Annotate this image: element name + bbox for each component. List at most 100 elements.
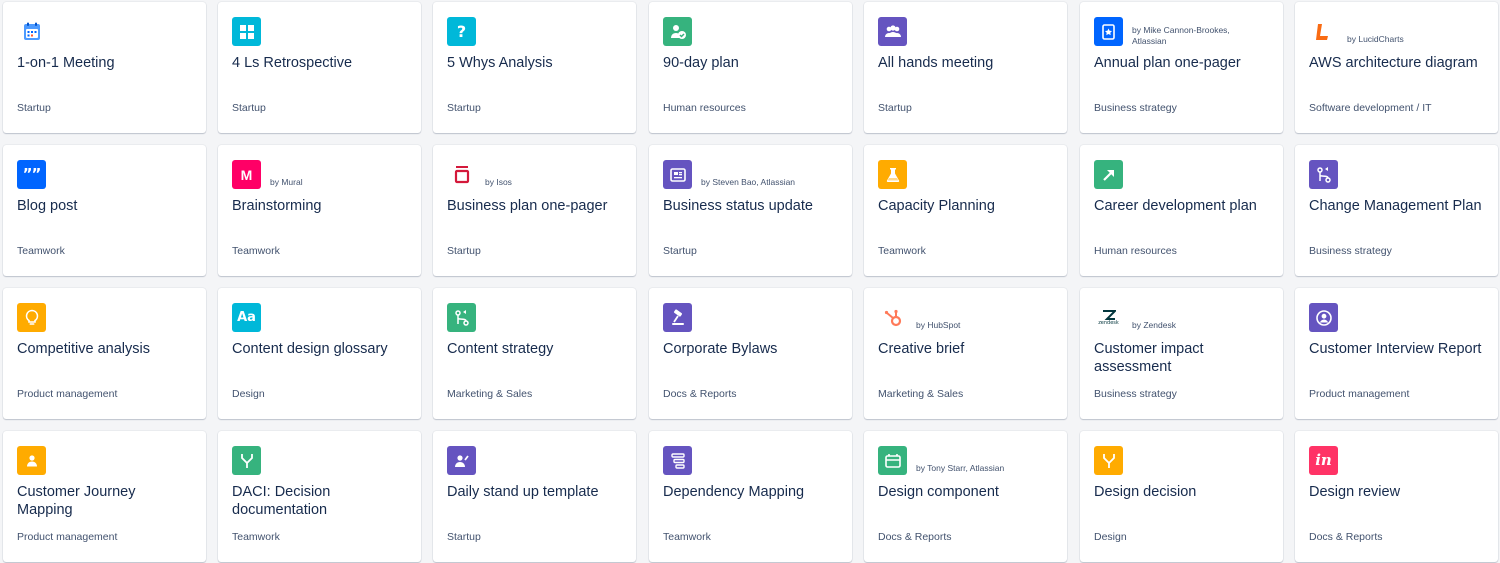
template-category: Teamwork [878,245,926,257]
mural-logo-icon: M [232,160,261,189]
template-grid: 1-on-1 Meeting Startup 4 Ls Retrospective S… [0,0,1500,563]
question-icon: ? [447,17,476,46]
template-category: Business strategy [1094,388,1177,400]
template-title: Daily stand up template [447,484,599,500]
template-card[interactable]: All hands meeting Startup [864,2,1067,133]
template-card[interactable]: Customer Journey Mapping Product manageme… [3,431,206,562]
isos-logo-icon [447,160,476,189]
template-title: Customer impact assessment [1094,341,1204,375]
template-title: Content design glossary [232,341,388,357]
template-category: Teamwork [232,531,280,543]
template-card[interactable]: Competitive analysis Product management [3,288,206,419]
template-author: by LucidCharts [1347,34,1404,44]
template-card[interactable]: Corporate Bylaws Docs & Reports [649,288,852,419]
template-title: Design component [878,484,999,500]
template-title: Business plan one-pager [447,198,608,214]
template-card[interactable]: by Mike Cannon-Brookes, Atlassian Annual … [1080,2,1283,133]
fork-icon [1094,446,1123,475]
template-category: Teamwork [232,245,280,257]
template-author: by Mural [270,177,303,187]
template-category: Startup [447,102,481,114]
grid-icon [232,17,261,46]
template-card[interactable]: ? 5 Whys Analysis Startup [433,2,636,133]
arrow-up-right-icon [1094,160,1123,189]
template-author: by Tony Starr, Atlassian [916,463,1005,473]
template-author: by Isos [485,177,512,187]
template-card[interactable]: Customer Interview Report Product managem… [1295,288,1498,419]
template-card[interactable]: 1-on-1 Meeting Startup [3,2,206,133]
branch-icon [447,303,476,332]
template-card[interactable]: Design decision Design [1080,431,1283,562]
template-title: AWS architecture diagram [1309,55,1478,71]
template-card[interactable]: Aa Content design glossary Design [218,288,421,419]
zendesk-logo-icon: zendesk [1094,303,1123,332]
template-category: Docs & Reports [878,531,952,543]
quote-icon: ”” [17,160,46,189]
template-card[interactable]: by Steven Bao, Atlassian Business status … [649,145,852,276]
template-card[interactable]: ”” Blog post Teamwork [3,145,206,276]
template-category: Startup [17,102,51,114]
template-card[interactable]: by HubSpot Creative brief Marketing & Sale… [864,288,1067,419]
template-card[interactable]: in Design review Docs & Reports [1295,431,1498,562]
person-icon [17,446,46,475]
template-card[interactable]: by LucidCharts AWS architecture diagram So… [1295,2,1498,133]
template-title: Career development plan [1094,198,1257,214]
template-card[interactable]: 4 Ls Retrospective Startup [218,2,421,133]
fork-icon [232,446,261,475]
template-category: Human resources [663,102,746,114]
template-title: Capacity Planning [878,198,995,214]
template-title: Blog post [17,198,78,214]
template-category: Teamwork [17,245,65,257]
gavel-icon [663,303,692,332]
template-title: Annual plan one-pager [1094,55,1241,71]
template-card[interactable]: 90-day plan Human resources [649,2,852,133]
hubspot-logo-icon [878,303,907,332]
template-card[interactable]: zendesk by Zendesk Customer impact assessm… [1080,288,1283,419]
template-category: Teamwork [663,531,711,543]
template-card[interactable]: by Tony Starr, Atlassian Design component… [864,431,1067,562]
lightbulb-icon [17,303,46,332]
template-card[interactable]: Dependency Mapping Teamwork [649,431,852,562]
template-card[interactable]: Career development plan Human resources [1080,145,1283,276]
template-author: by Zendesk [1132,320,1176,330]
template-card[interactable]: Daily stand up template Startup [433,431,636,562]
template-title: 5 Whys Analysis [447,55,553,71]
template-title: Design decision [1094,484,1197,500]
template-category: Startup [878,102,912,114]
invision-logo-icon: in [1309,446,1338,475]
branch-icon [1309,160,1338,189]
template-category: Startup [232,102,266,114]
template-card[interactable]: Mby Mural Brainstorming Teamwork [218,145,421,276]
template-title: Business status update [663,198,813,214]
font-aa-icon: Aa [232,303,261,332]
template-category: Software development / IT [1309,102,1432,114]
template-category: Product management [1309,388,1410,400]
list-tree-icon [663,446,692,475]
template-title: Customer Journey Mapping [17,484,136,518]
template-card[interactable]: Content strategy Marketing & Sales [433,288,636,419]
template-title: 1-on-1 Meeting [17,55,115,71]
template-card[interactable]: Change Management Plan Business strategy [1295,145,1498,276]
template-title: Customer Interview Report [1309,341,1482,357]
flask-icon [878,160,907,189]
template-title: All hands meeting [878,55,994,71]
people-icon [878,17,907,46]
template-card[interactable]: DACI: Decision documentation Teamwork [218,431,421,562]
template-author: by HubSpot [916,320,961,330]
template-category: Docs & Reports [1309,531,1383,543]
template-category: Design [232,388,265,400]
template-category: Business strategy [1094,102,1177,114]
template-category: Human resources [1094,245,1177,257]
template-title: Dependency Mapping [663,484,805,500]
template-category: Startup [447,531,481,543]
template-category: Business strategy [1309,245,1392,257]
person-edit-icon [447,446,476,475]
calendar-icon [17,17,46,46]
template-title: DACI: Decision documentation [232,484,331,518]
person-check-icon [663,17,692,46]
newspaper-icon [663,160,692,189]
template-category: Marketing & Sales [878,388,964,400]
template-card[interactable]: by Isos Business plan one-pager Startup [433,145,636,276]
template-title: Creative brief [878,341,965,357]
template-card[interactable]: Capacity Planning Teamwork [864,145,1067,276]
